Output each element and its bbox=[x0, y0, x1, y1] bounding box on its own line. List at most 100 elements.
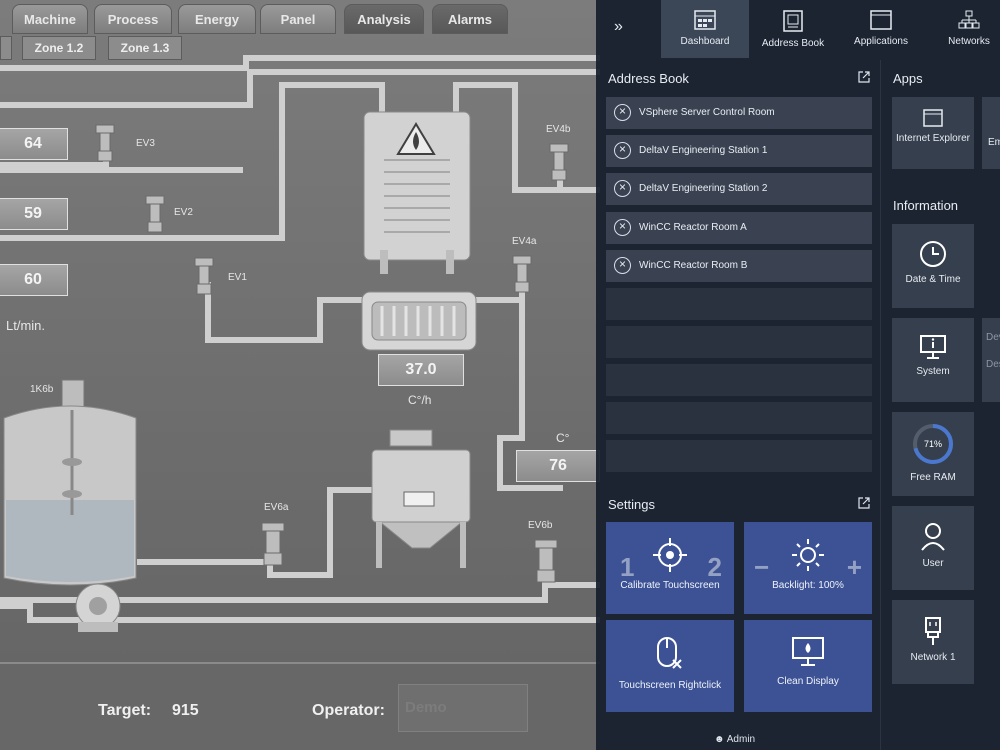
nav-address-book[interactable]: Address Book bbox=[749, 0, 837, 58]
pump bbox=[75, 583, 121, 632]
address-book-icon bbox=[783, 10, 803, 32]
tab-machine[interactable]: Machine bbox=[12, 4, 88, 34]
address-entry-label: DeltaV Engineering Station 1 bbox=[639, 145, 768, 156]
person-icon bbox=[921, 523, 945, 551]
info-network-label: Network 1 bbox=[910, 652, 956, 663]
zone-tab-partial[interactable] bbox=[0, 36, 12, 60]
app-internet-explorer-label: Internet Explorer bbox=[896, 133, 970, 144]
address-entry-label: WinCC Reactor Room B bbox=[639, 260, 748, 271]
remove-entry-icon[interactable]: × bbox=[614, 219, 631, 236]
expand-icon[interactable]: » bbox=[614, 18, 623, 36]
nav-dashboard-label: Dashboard bbox=[680, 36, 730, 47]
open-external-icon[interactable] bbox=[858, 71, 870, 83]
address-empty-slot bbox=[606, 440, 872, 472]
valve-ev6a bbox=[261, 522, 285, 566]
operator-label: Operator: bbox=[312, 702, 385, 719]
address-entry[interactable]: × DeltaV Engineering Station 2 bbox=[606, 173, 872, 205]
address-entry[interactable]: × WinCC Reactor Room A bbox=[606, 212, 872, 244]
column-divider bbox=[880, 60, 881, 750]
target-label: Target: bbox=[98, 702, 152, 719]
app-internet-explorer[interactable]: Internet Explorer bbox=[892, 97, 974, 169]
valve-ev2 bbox=[145, 195, 165, 233]
applications-icon bbox=[870, 10, 892, 30]
status-bar: Target: 915 Operator: Demo bbox=[0, 662, 600, 750]
user-icon: ☻ bbox=[714, 734, 725, 745]
apps-title: Apps bbox=[893, 71, 923, 86]
operator-field[interactable]: Demo bbox=[398, 684, 528, 732]
zone-tab-1-3[interactable]: Zone 1.3 bbox=[108, 36, 182, 60]
dashboard-icon bbox=[694, 10, 716, 30]
tab-panel[interactable]: Panel bbox=[260, 4, 336, 34]
info-free-ram-label: Free RAM bbox=[910, 472, 956, 483]
temperature-unit: C° bbox=[556, 431, 570, 445]
info-network[interactable]: Network 1 bbox=[892, 600, 974, 684]
app-partial[interactable]: Em bbox=[982, 97, 1000, 169]
footer-user-label: Admin bbox=[726, 734, 756, 745]
address-entry-label: VSphere Server Control Room bbox=[639, 107, 775, 118]
backlight-label: Backlight: 100% bbox=[772, 580, 844, 591]
touchscreen-rightclick-label: Touchscreen Rightclick bbox=[618, 680, 722, 691]
info-system-label: System bbox=[916, 366, 950, 377]
zone-tab-1-2[interactable]: Zone 1.2 bbox=[22, 36, 96, 60]
info-date-time[interactable]: Date & Time bbox=[892, 224, 974, 308]
tab-analysis[interactable]: Analysis bbox=[344, 4, 424, 34]
clean-display-tile[interactable]: Clean Display bbox=[744, 620, 872, 712]
networks-icon bbox=[958, 10, 980, 29]
address-empty-slot bbox=[606, 288, 872, 320]
ram-percent: 71% bbox=[924, 439, 942, 449]
flow-readout-3: 60 bbox=[0, 264, 68, 296]
browser-window-icon bbox=[923, 109, 943, 127]
flow-readout-2: 59 bbox=[0, 198, 68, 230]
nav-networks[interactable]: Networks bbox=[925, 0, 1000, 58]
open-external-icon[interactable] bbox=[858, 497, 870, 509]
address-entry-label: WinCC Reactor Room A bbox=[639, 222, 747, 233]
address-entry[interactable]: × DeltaV Engineering Station 1 bbox=[606, 135, 872, 167]
address-empty-slot bbox=[606, 364, 872, 396]
info-partial-tile[interactable]: Devi Desc bbox=[982, 318, 1000, 402]
tank-label: 1K6b bbox=[30, 384, 54, 395]
calibrate-point-1: 1 bbox=[620, 552, 635, 582]
dashboard-panel: » Dashboard Address Book Applications Ne… bbox=[596, 0, 1000, 750]
backlight-increase[interactable]: + bbox=[847, 552, 862, 583]
monitor-drop-icon bbox=[792, 637, 824, 666]
address-empty-slot bbox=[606, 326, 872, 358]
nav-applications[interactable]: Applications bbox=[837, 0, 925, 58]
calibrate-touchscreen-tile[interactable]: 1 2 Calibrate Touchscreen bbox=[606, 522, 734, 614]
mouse-rightclick-icon bbox=[657, 637, 682, 669]
valve-label-ev2: EV2 bbox=[174, 207, 193, 218]
address-entry[interactable]: × WinCC Reactor Room B bbox=[606, 250, 872, 282]
nav-dashboard[interactable]: Dashboard bbox=[661, 0, 749, 58]
valve-label-ev6b: EV6b bbox=[528, 520, 553, 531]
storage-tank bbox=[3, 379, 137, 586]
remove-entry-icon[interactable]: × bbox=[614, 104, 631, 121]
info-user[interactable]: User bbox=[892, 506, 974, 590]
monitor-info-icon bbox=[920, 335, 946, 359]
backlight-decrease[interactable]: − bbox=[754, 552, 769, 583]
tab-energy[interactable]: Energy bbox=[178, 4, 256, 34]
info-free-ram[interactable]: 71% Free RAM bbox=[892, 412, 974, 496]
sun-icon bbox=[792, 539, 824, 571]
footer-user[interactable]: ☻ Admin bbox=[714, 734, 755, 745]
touchscreen-rightclick-tile[interactable]: Touchscreen Rightclick bbox=[606, 620, 734, 712]
tab-alarms[interactable]: Alarms bbox=[432, 4, 508, 34]
app-partial-label: Em bbox=[988, 137, 1000, 148]
valve-label-ev3: EV3 bbox=[136, 138, 155, 149]
nav-address-book-label: Address Book bbox=[761, 38, 825, 49]
remove-entry-icon[interactable]: × bbox=[614, 257, 631, 274]
clean-display-label: Clean Display bbox=[777, 676, 839, 687]
info-date-time-label: Date & Time bbox=[905, 274, 961, 285]
address-entry[interactable]: × VSphere Server Control Room bbox=[606, 97, 872, 129]
target-value: 915 bbox=[172, 702, 199, 719]
information-title: Information bbox=[893, 198, 959, 213]
nav-networks-label: Networks bbox=[948, 36, 990, 47]
tab-process[interactable]: Process bbox=[94, 4, 172, 34]
address-book-title: Address Book bbox=[608, 71, 689, 86]
valve-label-ev4b: EV4b bbox=[546, 124, 571, 135]
backlight-tile[interactable]: − + Backlight: 100% bbox=[744, 522, 872, 614]
remove-entry-icon[interactable]: × bbox=[614, 180, 631, 197]
info-system[interactable]: System bbox=[892, 318, 974, 402]
remove-entry-icon[interactable]: × bbox=[614, 142, 631, 159]
address-entry-label: DeltaV Engineering Station 2 bbox=[639, 183, 768, 194]
valve-ev4a bbox=[512, 255, 532, 293]
nav-applications-label: Applications bbox=[854, 36, 908, 47]
